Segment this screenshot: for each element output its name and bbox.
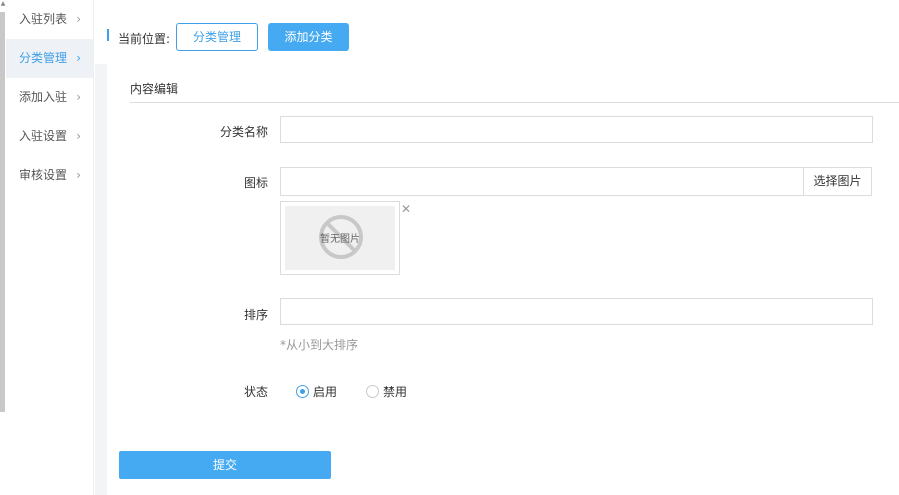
- sidebar-item-label: 添加入驻: [19, 90, 68, 104]
- sidebar-item-settle-settings[interactable]: 入驻设置 ›: [6, 117, 93, 156]
- chevron-right-icon: ›: [76, 51, 81, 65]
- sidebar-item-review-settings[interactable]: 审核设置 ›: [6, 156, 93, 195]
- chevron-right-icon: ›: [76, 90, 81, 104]
- icon-preview: 暂无图片: [280, 201, 400, 275]
- chevron-right-icon: ›: [76, 168, 81, 182]
- radio-unchecked-icon: [366, 385, 379, 398]
- sidebar-item-category-manage[interactable]: 分类管理 ›: [6, 39, 93, 78]
- edit-panel: 内容编辑 分类名称 图标 选择图片 暂无图片 ✕ 排序 *从小到大排序 状态 启…: [107, 64, 899, 495]
- tab-add-category[interactable]: 添加分类: [268, 23, 349, 51]
- status-label: 状态: [243, 385, 268, 399]
- icon-label: 图标: [243, 176, 268, 190]
- chevron-right-icon: ›: [76, 12, 81, 26]
- sidebar: 入驻列表 › 分类管理 › 添加入驻 › 入驻设置 › 审核设置 ›: [6, 0, 94, 495]
- breadcrumb-marker: [107, 29, 109, 41]
- radio-label: 禁用: [383, 385, 408, 399]
- icon-path-input[interactable]: [280, 167, 804, 196]
- sidebar-item-add-settle[interactable]: 添加入驻 ›: [6, 78, 93, 117]
- chevron-right-icon: ›: [76, 129, 81, 143]
- breadcrumb: 当前位置: 分类管理 添加分类: [95, 0, 899, 64]
- breadcrumb-label: 当前位置:: [118, 32, 171, 46]
- scrollbar-thumb[interactable]: [0, 12, 5, 412]
- status-enable-radio[interactable]: 启用: [296, 384, 346, 400]
- sidebar-item-label: 分类管理: [19, 51, 68, 65]
- sort-order-input[interactable]: [280, 298, 873, 325]
- category-name-input[interactable]: [280, 116, 873, 143]
- select-image-button[interactable]: 选择图片: [803, 167, 872, 196]
- sidebar-item-settle-list[interactable]: 入驻列表 ›: [6, 0, 93, 39]
- close-icon[interactable]: ✕: [401, 202, 411, 216]
- panel-divider: [130, 102, 899, 103]
- sidebar-item-label: 入驻列表: [19, 12, 68, 26]
- no-image-text: 暂无图片: [320, 234, 360, 245]
- main-content: 当前位置: 分类管理 添加分类 内容编辑 分类名称 图标 选择图片 暂无图片 ✕…: [95, 0, 899, 495]
- name-label: 分类名称: [219, 125, 268, 139]
- radio-checked-icon: [296, 385, 309, 398]
- no-image-placeholder: 暂无图片: [285, 206, 395, 270]
- tab-category-manage[interactable]: 分类管理: [176, 23, 258, 51]
- sort-label: 排序: [243, 308, 268, 322]
- sidebar-item-label: 审核设置: [19, 168, 68, 182]
- panel-title: 内容编辑: [130, 82, 179, 96]
- sidebar-item-label: 入驻设置: [19, 129, 68, 143]
- status-disable-radio[interactable]: 禁用: [366, 384, 416, 400]
- sort-hint: *从小到大排序: [280, 338, 359, 352]
- radio-label: 启用: [313, 385, 338, 399]
- submit-button[interactable]: 提交: [119, 451, 331, 479]
